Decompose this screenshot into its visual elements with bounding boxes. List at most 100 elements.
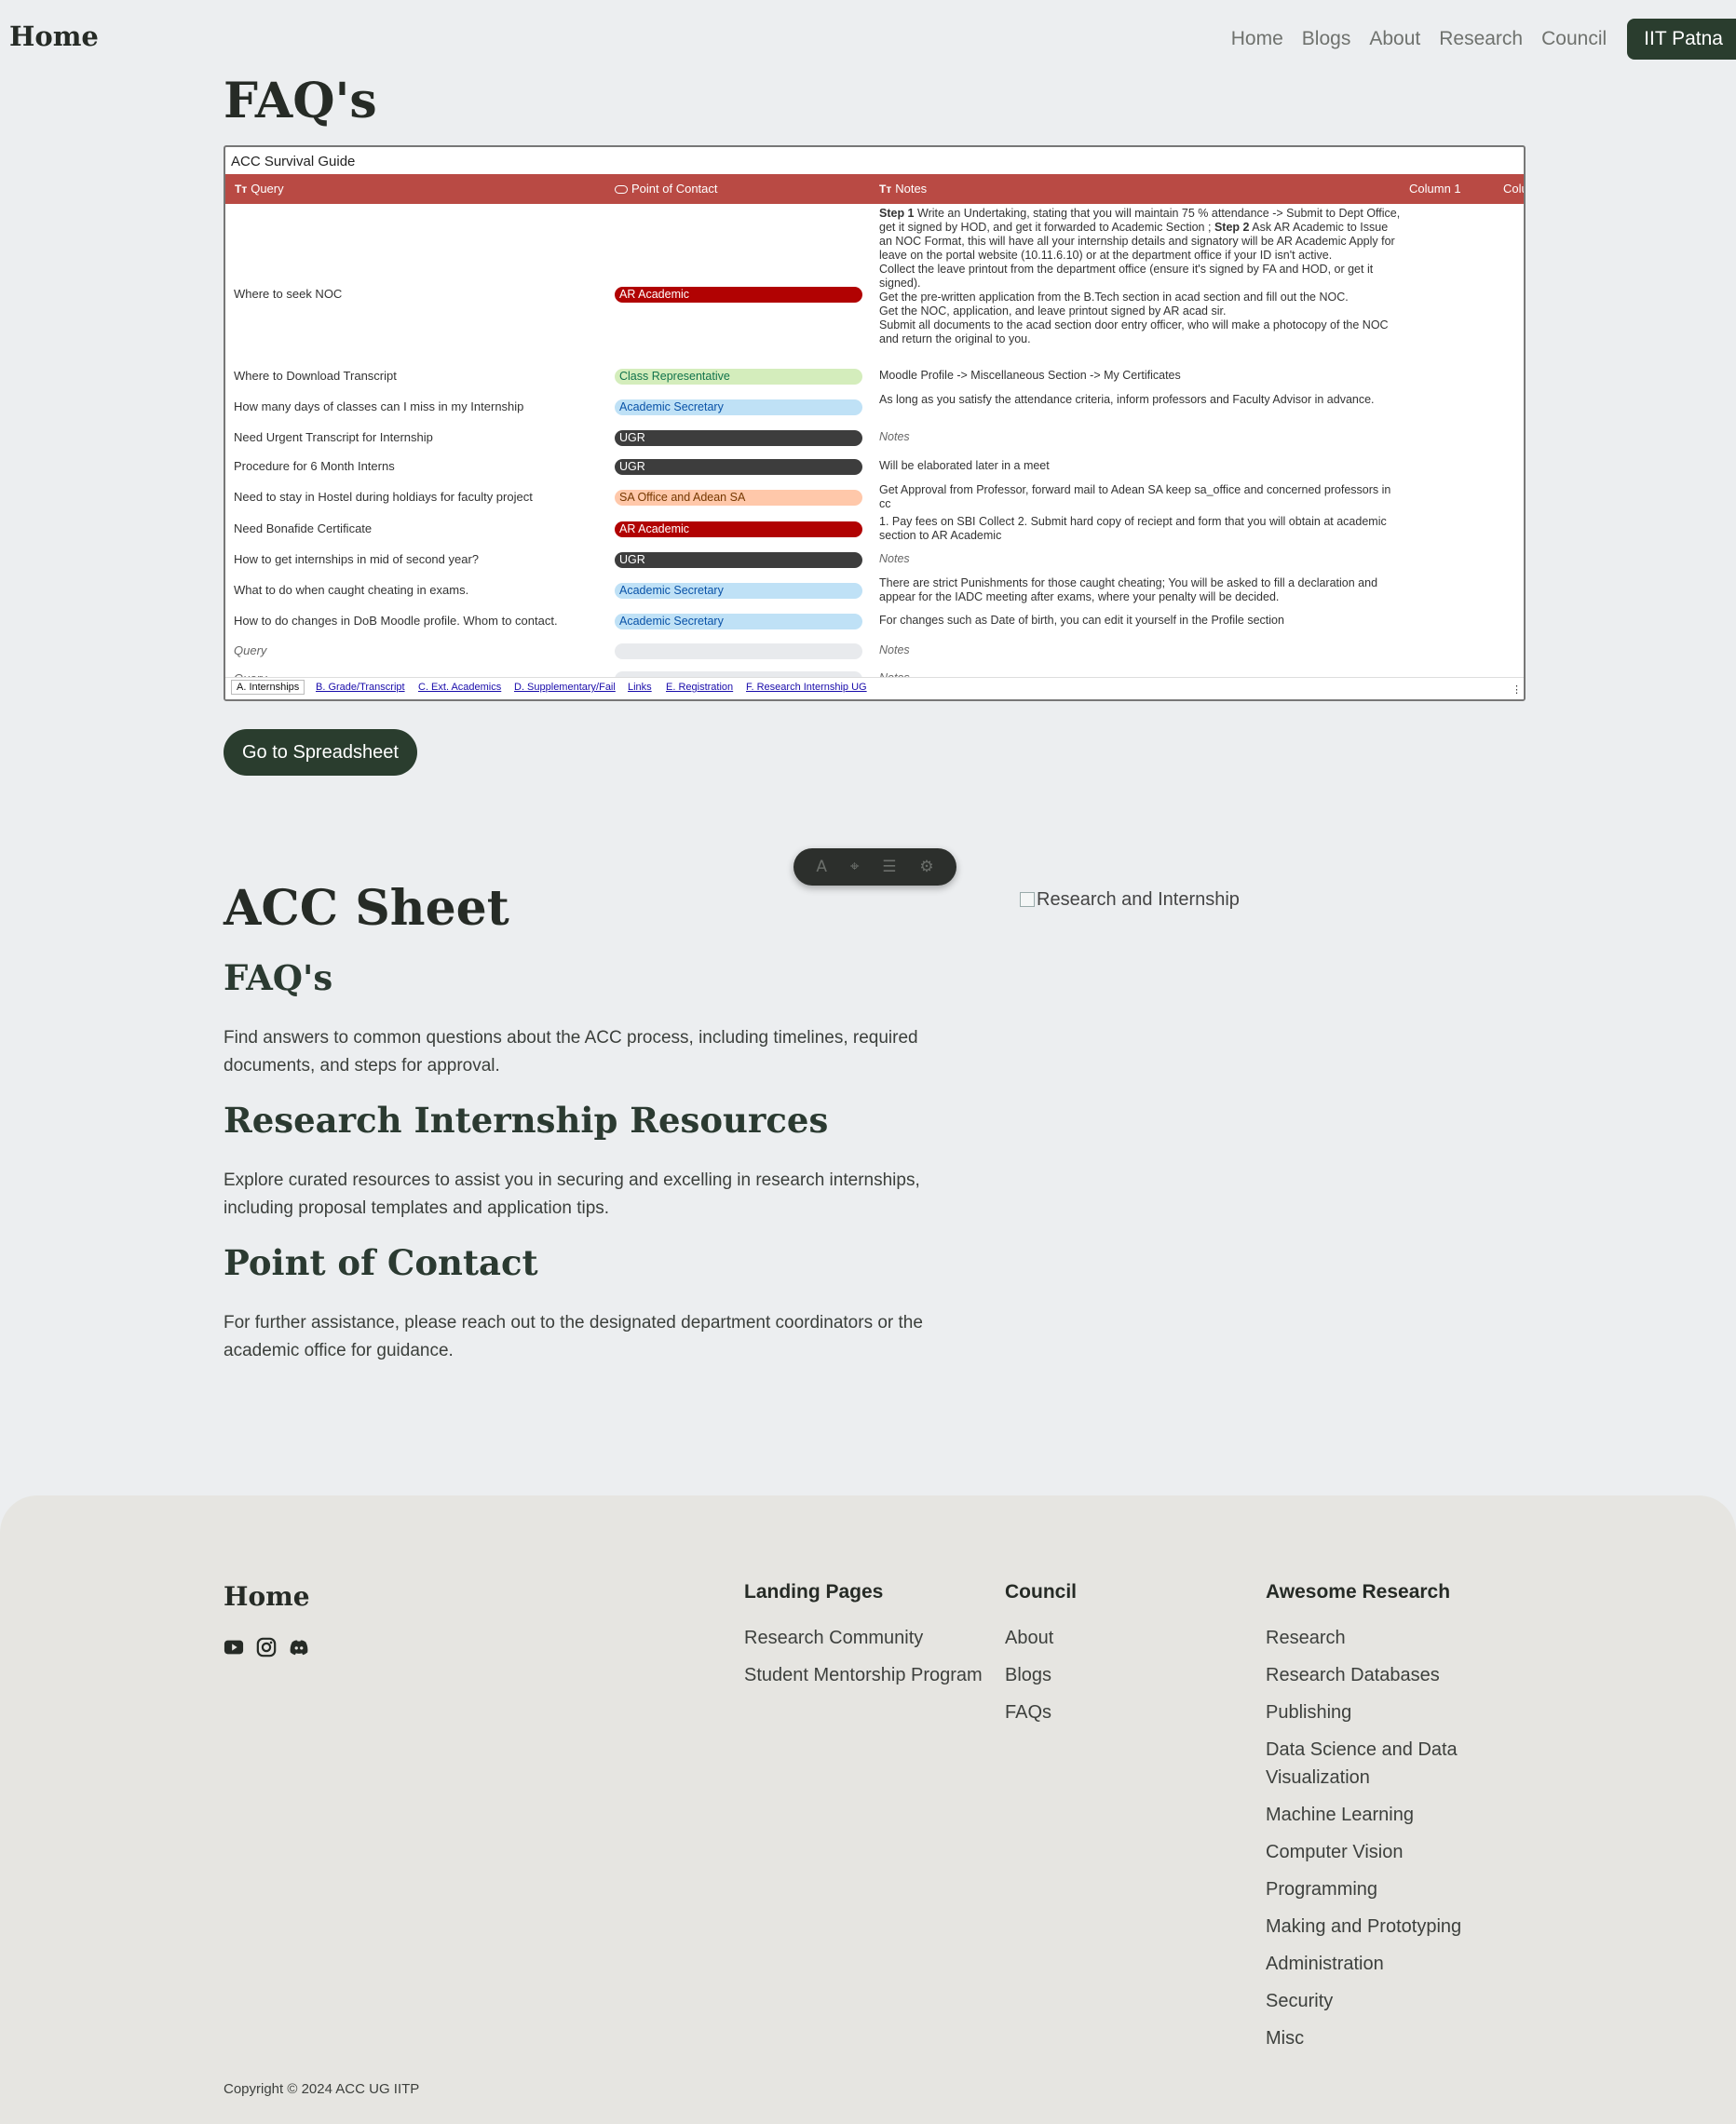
cursor-icon[interactable]: ⌖ — [850, 858, 860, 876]
query-cell: Query — [234, 643, 267, 657]
sheet-tab-research-internship[interactable]: F. Research Internship UG — [746, 682, 867, 693]
notes-cell: As long as you satisfy the attendance cr… — [879, 393, 1375, 406]
footer-col-title: Landing Pages — [744, 1581, 884, 1603]
notes-cell: 1. Pay fees on SBI Collect 2. Submit har… — [879, 515, 1387, 542]
contact-chip: UGR — [615, 430, 862, 446]
footer-link-blogs[interactable]: Blogs — [1005, 1661, 1077, 1689]
notes-cell: Step 1 Write an Undertaking, stating tha… — [879, 207, 1401, 345]
top-nav: Home Home Blogs About Research Council I… — [0, 0, 1736, 78]
nav-link-council[interactable]: Council — [1541, 28, 1607, 50]
contact-chip: SA Office and Adean SA — [615, 490, 862, 506]
sheet-tab-links[interactable]: Links — [628, 682, 652, 693]
footer-link-mentorship[interactable]: Student Mentorship Program — [744, 1661, 983, 1689]
floating-toolbar: A ⌖ ☰ ⚙ — [793, 848, 956, 886]
footer-link-misc[interactable]: Misc — [1266, 2024, 1499, 2052]
query-cell: How to get internships in mid of second … — [234, 552, 480, 566]
footer-link-about[interactable]: About — [1005, 1624, 1077, 1652]
notes-cell: There are strict Punishments for those c… — [879, 576, 1378, 603]
sheet-tab-grade[interactable]: B. Grade/Transcript — [316, 682, 405, 693]
sheet-tab-internships[interactable]: A. Internships — [231, 680, 305, 695]
column-header-column2[interactable]: Colu — [1503, 182, 1524, 196]
footer-link-security[interactable]: Security — [1266, 1987, 1499, 2015]
copyright: Copyright © 2024 ACC UG IITP — [224, 2081, 420, 2097]
footer-col-council: Council About Blogs FAQs — [1005, 1581, 1077, 1736]
footer-link-research-databases[interactable]: Research Databases — [1266, 1661, 1499, 1689]
youtube-icon[interactable] — [224, 1637, 244, 1657]
contact-chip: AR Academic — [615, 521, 862, 537]
query-cell: How many days of classes can I miss in m… — [234, 399, 524, 413]
footer-col-title: Council — [1005, 1581, 1077, 1603]
discord-icon[interactable] — [289, 1637, 309, 1657]
sheet-tab-supplementary[interactable]: D. Supplementary/Fail — [514, 682, 616, 693]
footer-link-data-science[interactable]: Data Science and Data Visualization — [1266, 1736, 1499, 1792]
contact-chip: Academic Secretary — [615, 614, 862, 629]
footer-link-publishing[interactable]: Publishing — [1266, 1698, 1499, 1726]
notes-cell: Moodle Profile -> Miscellaneous Section … — [879, 369, 1181, 382]
query-cell: How to do changes in DoB Moodle profile.… — [234, 614, 558, 628]
instagram-icon[interactable] — [256, 1637, 277, 1657]
column-header-notes[interactable]: Tт Notes — [879, 182, 927, 196]
point-of-contact-heading: Point of Contact — [224, 1242, 538, 1283]
contact-chip: AR Academic — [615, 287, 862, 303]
notes-cell: Get Approval from Professor, forward mai… — [879, 483, 1391, 510]
research-internship-heading: Research Internship Resources — [224, 1100, 829, 1141]
sheet-title: ACC Survival Guide — [231, 154, 356, 169]
contact-chip: Class Representative — [615, 369, 862, 385]
sheet-tab-registration[interactable]: E. Registration — [666, 682, 733, 693]
research-internship-image: Research and Internship — [1020, 889, 1240, 911]
point-of-contact-paragraph: For further assistance, please reach out… — [224, 1313, 923, 1360]
footer-link-programming[interactable]: Programming — [1266, 1875, 1499, 1903]
sheet-tab-ext-academics[interactable]: C. Ext. Academics — [418, 682, 501, 693]
broken-image-icon — [1020, 892, 1035, 907]
more-vert-icon[interactable]: ⋮ — [1512, 683, 1522, 696]
footer-link-research-community[interactable]: Research Community — [744, 1624, 983, 1652]
notes-cell: Will be elaborated later in a meet — [879, 459, 1050, 472]
footer-link-machine-learning[interactable]: Machine Learning — [1266, 1801, 1499, 1829]
sheet-tabs: A. Internships B. Grade/Transcript C. Ex… — [225, 677, 1524, 699]
notes-cell: Notes — [879, 430, 910, 443]
page-title-faq: FAQ's — [224, 73, 377, 129]
nav-link-about[interactable]: About — [1369, 28, 1420, 50]
brand-home-link[interactable]: Home — [9, 20, 99, 52]
query-cell: Where to seek NOC — [234, 287, 343, 301]
query-cell: What to do when caught cheating in exams… — [234, 583, 469, 597]
footer-col-research: Awesome Research Research Research Datab… — [1266, 1581, 1499, 2062]
query-cell: Need to stay in Hostel during holdiays f… — [234, 490, 533, 504]
column-header-contact[interactable]: Point of Contact — [615, 182, 718, 196]
faq-paragraph: Find answers to common questions about t… — [224, 1028, 918, 1076]
nav-link-blogs[interactable]: Blogs — [1302, 28, 1351, 50]
query-cell: Need Urgent Transcript for Internship — [234, 430, 433, 444]
go-to-spreadsheet-button[interactable]: Go to Spreadsheet — [224, 729, 417, 776]
chip-type-icon — [615, 185, 628, 194]
iit-patna-button[interactable]: IIT Patna — [1627, 19, 1736, 60]
social-links — [224, 1637, 321, 1657]
text-type-icon: Tт — [879, 183, 892, 196]
nav-link-home[interactable]: Home — [1231, 28, 1283, 50]
faq-subheading: FAQ's — [224, 957, 333, 998]
query-cell: Where to Download Transcript — [234, 369, 397, 383]
nav-link-research[interactable]: Research — [1439, 28, 1523, 50]
sheet-header-row: Tт Query Point of Contact Tт Notes Column … — [225, 174, 1524, 204]
search-list-icon[interactable]: ☰ — [882, 858, 896, 876]
footer-link-administration[interactable]: Administration — [1266, 1950, 1499, 1978]
footer-link-faqs[interactable]: FAQs — [1005, 1698, 1077, 1726]
text-icon[interactable]: A — [816, 858, 827, 876]
notes-cell: Notes — [879, 643, 910, 656]
footer-brand[interactable]: Home — [224, 1581, 310, 1612]
footer-col-landing: Landing Pages Research Community Student… — [744, 1581, 983, 1698]
footer-link-making-prototyping[interactable]: Making and Prototyping — [1266, 1913, 1499, 1941]
contact-chip: Academic Secretary — [615, 583, 862, 599]
settings-icon[interactable]: ⚙ — [919, 858, 933, 876]
nav-links: Home Blogs About Research Council IIT Pa… — [1231, 19, 1736, 60]
column-header-query[interactable]: Tт Query — [235, 182, 284, 196]
acc-sheet-heading: ACC Sheet — [224, 880, 509, 937]
footer-col-title: Awesome Research — [1266, 1581, 1451, 1603]
text-type-icon: Tт — [235, 183, 248, 196]
footer-link-computer-vision[interactable]: Computer Vision — [1266, 1838, 1499, 1866]
spreadsheet-embed[interactable]: ACC Survival Guide Tт Query Point of Cont… — [224, 145, 1526, 701]
footer-link-research[interactable]: Research — [1266, 1624, 1499, 1652]
research-internship-paragraph: Explore curated resources to assist you … — [224, 1170, 920, 1218]
column-header-column1[interactable]: Column 1 — [1409, 182, 1461, 196]
contact-chip: Academic Secretary — [615, 399, 862, 415]
query-cell: Procedure for 6 Month Interns — [234, 459, 395, 473]
